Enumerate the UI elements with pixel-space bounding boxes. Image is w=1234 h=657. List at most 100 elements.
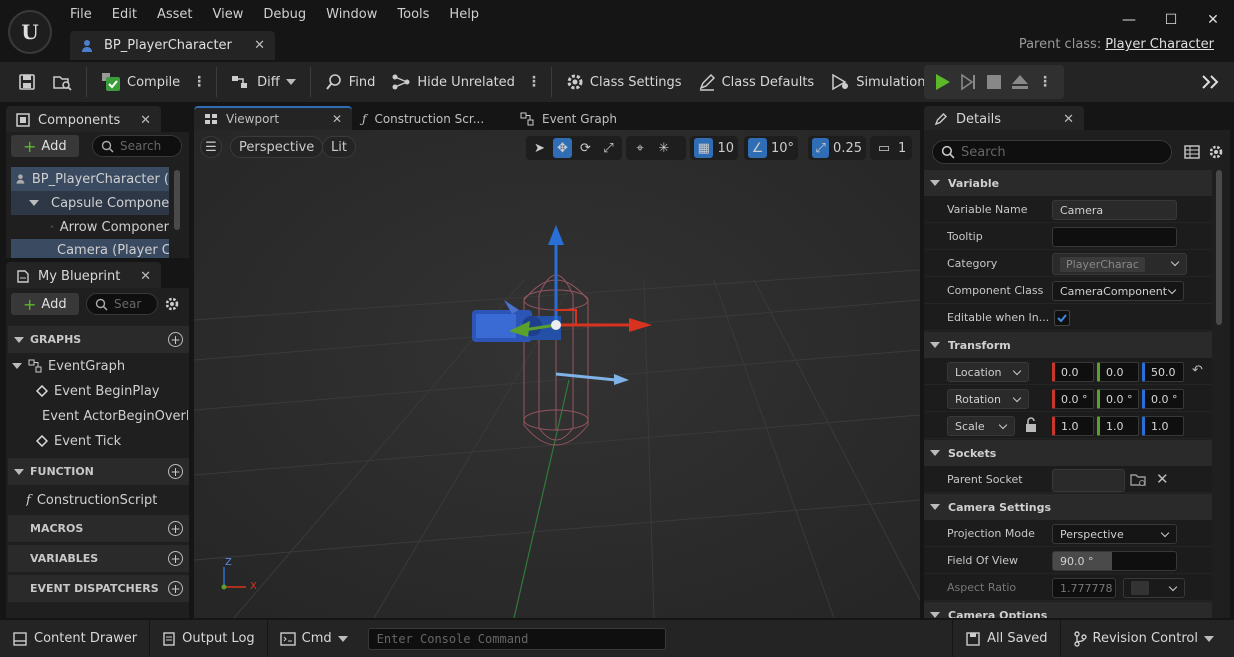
- close-window-icon[interactable]: ✕: [1192, 8, 1234, 32]
- hide-unrelated-button[interactable]: Hide Unrelated: [383, 66, 523, 98]
- add-component-button[interactable]: + Add: [11, 135, 79, 157]
- camera-settings-section[interactable]: Camera Settings: [924, 494, 1212, 520]
- browse-button[interactable]: [44, 66, 80, 98]
- menu-view[interactable]: View: [203, 6, 254, 24]
- play-options-icon[interactable]: ⋮: [1034, 74, 1056, 90]
- component-camera[interactable]: Camera (Player C: [11, 239, 169, 258]
- class-defaults-button[interactable]: Class Defaults: [690, 66, 823, 98]
- minimize-icon[interactable]: —: [1108, 8, 1150, 32]
- settings-gear-icon[interactable]: [1208, 144, 1224, 160]
- cmd-button[interactable]: Cmd: [268, 620, 360, 657]
- close-panel-icon[interactable]: ✕: [1063, 112, 1074, 127]
- event-graph-item[interactable]: EventGraph: [12, 354, 188, 378]
- parent-socket-field[interactable]: [1052, 469, 1125, 492]
- scale-y-field[interactable]: 1.0: [1097, 416, 1139, 436]
- content-drawer-button[interactable]: Content Drawer: [0, 620, 151, 657]
- unlock-icon[interactable]: [1024, 417, 1038, 433]
- add-function-icon[interactable]: +: [168, 464, 183, 479]
- components-search-input[interactable]: Search: [92, 135, 182, 157]
- document-tab[interactable]: BP_PlayerCharacter ✕: [70, 31, 275, 60]
- rotation-dropdown[interactable]: Rotation: [947, 389, 1029, 409]
- details-tab[interactable]: Details ✕: [924, 106, 1084, 130]
- tooltip-field[interactable]: [1052, 227, 1177, 247]
- all-saved-button[interactable]: All Saved: [952, 620, 1061, 657]
- menu-window[interactable]: Window: [316, 6, 387, 24]
- reset-location-icon[interactable]: ↶: [1192, 363, 1203, 378]
- perspective-button[interactable]: Perspective: [230, 136, 324, 158]
- select-tool-icon[interactable]: ➤: [530, 138, 549, 158]
- expand-toolbar-icon[interactable]: [1200, 74, 1222, 90]
- add-blueprint-item-button[interactable]: + Add: [11, 293, 79, 315]
- compile-options-icon[interactable]: ⋮: [188, 74, 210, 90]
- projection-mode-dropdown[interactable]: Perspective: [1052, 524, 1177, 544]
- variables-section[interactable]: VARIABLES +: [8, 545, 189, 572]
- unreal-logo-icon[interactable]: U: [8, 10, 52, 54]
- browse-socket-icon[interactable]: [1130, 472, 1148, 488]
- revision-control-button[interactable]: Revision Control: [1061, 620, 1234, 657]
- save-button[interactable]: [10, 66, 44, 98]
- step-icon[interactable]: [956, 71, 980, 93]
- menu-file[interactable]: File: [60, 6, 102, 24]
- world-space-icon[interactable]: ⌖: [630, 138, 650, 158]
- grid-snap[interactable]: ▦ 10: [690, 136, 738, 160]
- component-class-dropdown[interactable]: CameraComponent: [1052, 281, 1184, 301]
- event-item[interactable]: Event ActorBeginOverla: [36, 404, 188, 428]
- details-search-input[interactable]: Search: [932, 140, 1172, 164]
- viewport-menu-button[interactable]: ☰: [200, 136, 222, 158]
- more-options-icon[interactable]: ⋮: [523, 74, 545, 90]
- add-macro-icon[interactable]: +: [168, 521, 183, 536]
- maximize-icon[interactable]: ☐: [1150, 8, 1192, 32]
- find-button[interactable]: Find: [317, 66, 384, 98]
- parent-class-link[interactable]: Player Character: [1105, 37, 1214, 52]
- graphs-section[interactable]: GRAPHS +: [8, 326, 189, 353]
- rotation-y-field[interactable]: 0.0 °: [1097, 389, 1139, 409]
- tab-construction-script[interactable]: ƒ Construction Scr...: [352, 106, 510, 130]
- rotation-x-field[interactable]: 0.0 °: [1052, 389, 1094, 409]
- event-item[interactable]: Event BeginPlay: [36, 379, 188, 403]
- tab-viewport[interactable]: Viewport ✕: [194, 106, 352, 130]
- sockets-section[interactable]: Sockets: [924, 440, 1212, 466]
- close-tab-icon[interactable]: ✕: [332, 112, 342, 126]
- event-item[interactable]: Event Tick: [36, 429, 188, 453]
- eject-icon[interactable]: [1008, 71, 1032, 93]
- close-panel-icon[interactable]: ✕: [140, 113, 151, 128]
- menu-asset[interactable]: Asset: [147, 6, 203, 24]
- component-arrow[interactable]: Arrow Componer: [11, 215, 169, 239]
- camera-speed[interactable]: ▭ 1: [870, 136, 912, 160]
- add-dispatcher-icon[interactable]: +: [168, 581, 183, 596]
- variable-name-field[interactable]: Camera: [1052, 200, 1177, 220]
- menu-edit[interactable]: Edit: [102, 6, 147, 24]
- settings-gear-icon[interactable]: [164, 296, 180, 312]
- scale-dropdown[interactable]: Scale: [947, 416, 1015, 436]
- scale-snap[interactable]: ⤢ 0.25: [808, 136, 866, 160]
- compile-button[interactable]: Compile: [93, 66, 188, 98]
- rotation-z-field[interactable]: 0.0 °: [1142, 389, 1184, 409]
- location-z-field[interactable]: 50.0: [1142, 362, 1184, 382]
- translate-tool-icon[interactable]: ✥: [553, 138, 572, 158]
- clear-socket-icon[interactable]: ✕: [1156, 470, 1169, 488]
- construction-script-item[interactable]: ƒ ConstructionScript: [26, 488, 188, 512]
- transform-section[interactable]: Transform: [924, 332, 1212, 358]
- menu-debug[interactable]: Debug: [253, 6, 316, 24]
- menu-help[interactable]: Help: [439, 6, 489, 24]
- class-settings-button[interactable]: Class Settings: [558, 66, 690, 98]
- output-log-button[interactable]: Output Log: [150, 620, 268, 657]
- components-tab[interactable]: Components ✕: [6, 106, 161, 132]
- stop-icon[interactable]: [982, 71, 1006, 93]
- camera-options-section[interactable]: Camera Options: [924, 602, 1212, 618]
- console-input[interactable]: Enter Console Command: [367, 627, 666, 650]
- editable-checkbox[interactable]: [1054, 310, 1070, 326]
- scale-tool-icon[interactable]: ⤢: [599, 138, 618, 158]
- my-blueprint-tab[interactable]: My Blueprint ✕: [6, 262, 161, 288]
- scale-z-field[interactable]: 1.0: [1142, 416, 1184, 436]
- event-dispatchers-section[interactable]: EVENT DISPATCHERS +: [8, 575, 189, 602]
- table-view-icon[interactable]: [1184, 144, 1200, 160]
- scale-x-field[interactable]: 1.0: [1052, 416, 1094, 436]
- category-dropdown[interactable]: PlayerCharac: [1052, 253, 1187, 275]
- function-section[interactable]: FUNCTION +: [8, 458, 189, 485]
- rotation-snap[interactable]: ∠ 10°: [744, 136, 798, 160]
- close-panel-icon[interactable]: ✕: [140, 269, 151, 284]
- lit-button[interactable]: Lit: [322, 136, 356, 158]
- location-x-field[interactable]: 0.0: [1052, 362, 1094, 382]
- viewport-canvas[interactable]: Z X ☰ Perspective Lit ➤ ✥ ⟳ ⤢ ⌖ ✳ ▦ 10 ∠…: [194, 130, 920, 618]
